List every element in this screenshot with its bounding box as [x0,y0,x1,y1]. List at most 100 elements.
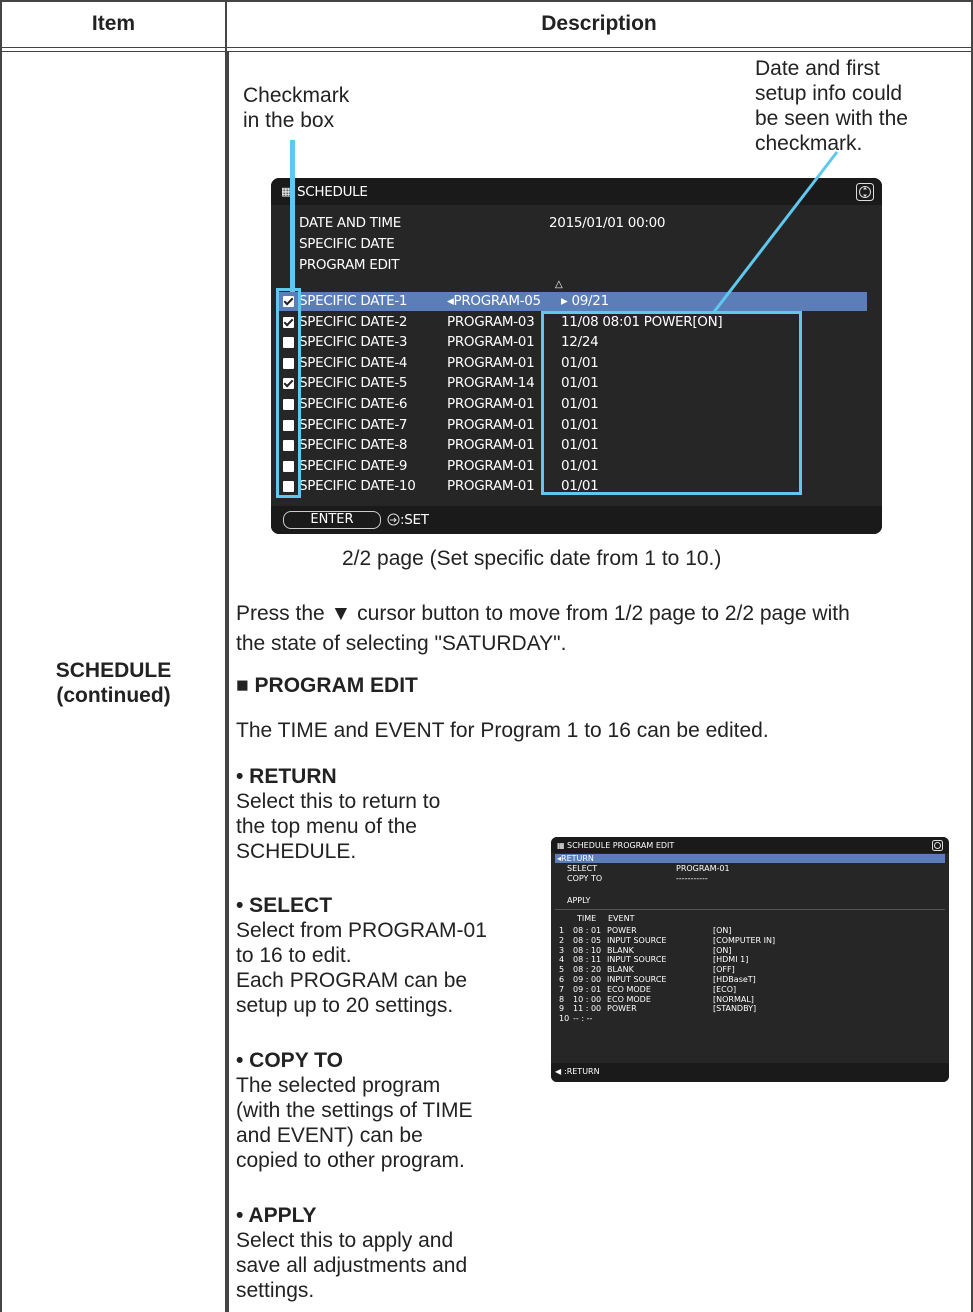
specific-date-label[interactable]: SPECIFIC DATE [299,236,395,252]
item-line: copied to other program. [236,1149,465,1172]
time-column-header: TIME [577,914,597,923]
specific-date-name[interactable]: SPECIFIC DATE-9 [299,458,408,474]
schedule-footer: ENTER :SET [271,506,882,534]
event-name: INPUT SOURCE [607,935,667,945]
program-value: PROGRAM-01 [447,478,535,495]
event-number: 2 [559,935,565,945]
event-time[interactable]: 11 : 00 [573,1004,601,1013]
copy-to-description: • COPY TO The selected program (with the… [236,1048,546,1173]
apply-menu-item[interactable]: APPLY [567,896,590,905]
specific-date-name[interactable]: SPECIFIC DATE-1 [299,293,408,309]
event-name: BLANK [607,945,634,955]
return-menu-item[interactable]: ◂RETURN [557,854,594,863]
event-value: [OFF] [713,965,735,975]
event-time[interactable]: 08 : 01 [573,926,601,935]
event-value: [NORMAL] [713,994,754,1004]
annotation-line: Date and first [755,57,880,80]
event-time[interactable]: 10 : 00 [573,995,601,1004]
copy-to-menu-item[interactable]: COPY TO [567,874,602,883]
item-line: settings. [236,1279,315,1302]
item-line: SCHEDULE. [236,840,357,863]
item-line: Select this to apply and [236,1229,454,1252]
event-time[interactable]: 09 : 01 [573,985,601,994]
specific-date-name[interactable]: SPECIFIC DATE-3 [299,334,408,350]
select-value: PROGRAM-01 [676,864,730,873]
return-footer-icon: ◀ [555,1067,562,1076]
event-name: INPUT SOURCE [607,955,667,965]
expand-icon[interactable] [856,183,874,201]
menu-icon: ▦ [557,841,565,850]
event-time[interactable]: 08 : 10 [573,946,601,955]
specific-date-name[interactable]: SPECIFIC DATE-10 [299,478,416,494]
event-number: 9 [559,1004,565,1014]
program-value: PROGRAM-01 [447,396,535,412]
paragraph-line: Press the ▼ cursor button to move from 1… [236,602,850,625]
select-menu-item[interactable]: SELECT [567,864,597,873]
specific-date-name[interactable]: SPECIFIC DATE-5 [299,375,408,391]
program-value: ◂PROGRAM-05 [447,293,541,309]
column-header-description: Description [541,12,657,35]
event-value: [ON] [713,945,732,955]
event-number: 6 [559,975,565,984]
event-time[interactable]: 08 : 11 [573,955,601,964]
expand-icon[interactable] [932,840,943,851]
program-value: PROGRAM-01 [447,354,535,371]
item-line: The selected program [236,1074,441,1097]
enter-key[interactable]: ENTER [283,511,381,529]
date-value: ▸ 09/21 [561,293,609,309]
return-description: • RETURN Select this to return to the to… [236,764,536,864]
item-title: • APPLY [236,1204,317,1227]
item-line: save all adjustments and [236,1254,468,1277]
return-row-highlight [555,854,945,863]
program-value: PROGRAM-01 [447,437,535,454]
event-name: BLANK [607,965,634,975]
specific-date-name[interactable]: SPECIFIC DATE-6 [299,396,408,412]
event-name: POWER [607,1004,637,1014]
set-label: :SET [400,512,429,528]
event-time[interactable]: 08 : 05 [573,936,601,945]
program-edit-label[interactable]: PROGRAM EDIT [299,257,399,273]
event-value: [ECO] [713,984,737,994]
event-value: [STANDBY] [713,1004,757,1014]
date-column-highlight [541,311,802,495]
apply-description: • APPLY Select this to apply and save al… [236,1203,546,1303]
event-number: 8 [559,994,565,1004]
event-value: [ON] [713,926,732,935]
program-value: PROGRAM-14 [447,375,535,392]
event-time[interactable]: 08 : 20 [573,965,601,974]
item-line: (with the settings of TIME [236,1099,473,1122]
annotation-line: in the box [243,109,335,132]
item-name-line1: SCHEDULE [55,659,172,682]
event-column-header: EVENT [608,914,635,923]
event-time[interactable]: 09 : 00 [573,975,601,984]
annotation-line: setup info could [755,82,903,105]
event-name: INPUT SOURCE [607,975,667,984]
event-time[interactable]: -- : -- [573,1014,592,1023]
program-edit-footer [551,1063,949,1082]
enter-icon [387,513,400,526]
program-edit-title: SCHEDULE PROGRAM EDIT [567,841,675,850]
specific-date-name[interactable]: SPECIFIC DATE-4 [299,355,408,371]
date-callout-line [712,151,839,313]
event-value: [HDMI 1] [713,955,749,965]
event-value: [COMPUTER IN] [713,935,776,945]
divider [555,909,945,910]
scroll-up-icon[interactable]: △ [555,277,563,293]
specific-date-name[interactable]: SPECIFIC DATE-2 [299,314,408,330]
event-name: ECO MODE [607,994,651,1004]
paragraph-line: the state of selecting "SATURDAY". [236,632,567,655]
return-footer-label: :RETURN [564,1067,600,1076]
item-title: • SELECT [236,894,333,917]
event-number: 5 [559,965,565,975]
copy-to-value: ----------- [676,874,708,883]
specific-date-name[interactable]: SPECIFIC DATE-7 [299,417,408,433]
specific-date-name[interactable]: SPECIFIC DATE-8 [299,437,408,453]
event-value: [HDBaseT] [713,975,756,984]
program-value: PROGRAM-01 [447,457,535,474]
date-and-time-label[interactable]: DATE AND TIME [299,215,401,231]
item-line: the top menu of the [236,815,417,838]
program-edit-intro: The TIME and EVENT for Program 1 to 16 c… [236,719,769,742]
item-name: SCHEDULE (continued) [2,658,225,708]
program-value: PROGRAM-01 [447,334,535,351]
annotation-line: be seen with the [755,107,908,130]
